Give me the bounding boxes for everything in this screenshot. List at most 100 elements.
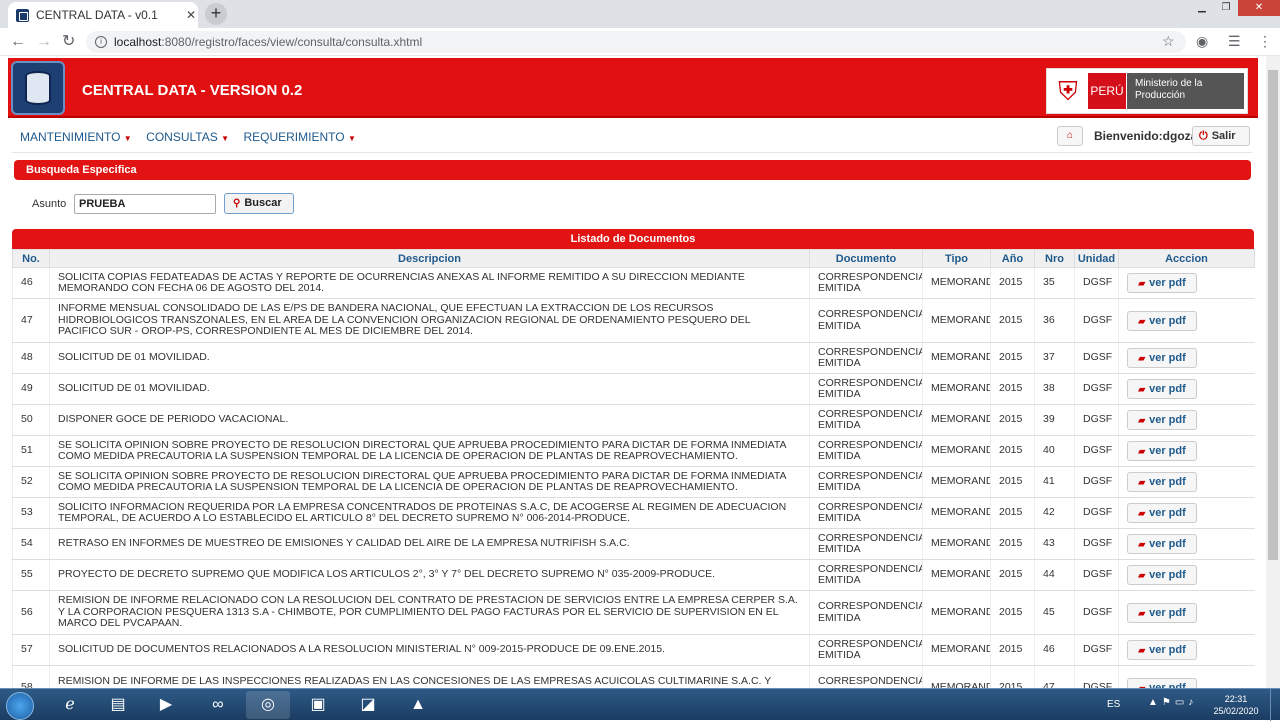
home-button[interactable]: ⌂ (1057, 126, 1083, 146)
col-descripcion[interactable]: Descripcion (49, 249, 810, 268)
close-window-icon[interactable]: ✕ (1238, 0, 1280, 16)
cell-anio: 2015 (990, 373, 1035, 405)
windows-taskbar: ℯ ▤ ▶ ∞ ◎ ▣ ◪ ▲ ES ▲⚑▭♪ 22:31 25/02/2020 (0, 688, 1280, 721)
ver-pdf-button[interactable]: ▰ ver pdf (1127, 410, 1197, 430)
divider (12, 152, 1252, 153)
ver-pdf-label: ver pdf (1149, 606, 1186, 619)
cell-nro: 38 (1034, 373, 1075, 405)
ver-pdf-button[interactable]: ▰ ver pdf (1127, 472, 1197, 492)
cell-nro: 39 (1034, 404, 1075, 436)
folder-open-icon: ▰ (1138, 353, 1146, 363)
file-explorer-icon[interactable]: ▤ (96, 691, 140, 719)
clock[interactable]: 22:31 25/02/2020 (1210, 693, 1262, 717)
menu-mantenimiento[interactable]: MANTENIMIENTO ▼ (20, 126, 132, 144)
asunto-input[interactable] (74, 194, 216, 214)
page-scrollbar[interactable] (1266, 56, 1280, 688)
sublime-icon[interactable]: ◪ (346, 691, 390, 719)
address-bar[interactable]: i localhost:8080/registro/faces/view/con… (86, 31, 1186, 53)
cell-unidad: DGSF (1074, 435, 1119, 467)
forward-icon[interactable]: → (36, 32, 52, 52)
extension-icon[interactable]: ◉ (1196, 33, 1208, 50)
ver-pdf-label: ver pdf (1149, 383, 1186, 395)
welcome-user: Bienvenido:dgozar (1094, 129, 1203, 143)
cell-descripcion: DISPONER GOCE DE PERIODO VACACIONAL. (49, 404, 810, 436)
ver-pdf-button[interactable]: ▰ ver pdf (1127, 310, 1197, 331)
folder-open-icon: ▰ (1138, 315, 1146, 326)
virtualbox-icon[interactable]: ▣ (296, 691, 340, 719)
table-row: 57 SOLICITUD DE DOCUMENTOS RELACIONADOS A… (12, 634, 1255, 666)
show-desktop-button[interactable] (1270, 689, 1280, 721)
table-row: 49 SOLICITUD DE 01 MOVILIDAD. CORRESPONDEN… (12, 373, 1255, 405)
vlc-icon[interactable]: ▲ (396, 691, 440, 719)
caret-down-icon: ▼ (347, 134, 356, 143)
cell-no: 49 (12, 373, 50, 405)
back-icon[interactable]: ← (10, 32, 26, 52)
tray-icons[interactable]: ▲⚑▭♪ (1148, 697, 1197, 708)
cell-no: 52 (12, 466, 50, 498)
cell-accion: ▰ ver pdf (1118, 590, 1255, 635)
ver-pdf-button[interactable]: ▰ ver pdf (1127, 677, 1197, 688)
col-nro[interactable]: Nro (1034, 249, 1075, 268)
menu-consultas[interactable]: CONSULTAS ▼ (146, 126, 229, 144)
browser-tab[interactable]: CENTRAL DATA - v0.1 ✕ (8, 2, 198, 28)
col-tipo[interactable]: Tipo (922, 249, 991, 268)
visual-studio-icon[interactable]: ∞ (196, 691, 240, 719)
col-unidad[interactable]: Unidad (1074, 249, 1119, 268)
app-title: CENTRAL DATA - VERSION 0.2 (82, 82, 303, 99)
ver-pdf-button[interactable]: ▰ ver pdf (1127, 441, 1197, 461)
cell-unidad: DGSF (1074, 497, 1119, 529)
cell-no: 48 (12, 342, 50, 374)
new-tab-button[interactable]: + (205, 3, 227, 25)
cell-descripcion: SOLICITA COPIAS FEDATEADAS DE ACTAS Y RE… (49, 267, 810, 299)
logout-button[interactable]: ⏻ Salir (1192, 126, 1250, 146)
ver-pdf-button[interactable]: ▰ ver pdf (1127, 379, 1197, 399)
reload-icon[interactable]: ↻ (62, 32, 75, 52)
menu-kebab-icon[interactable]: ⋮ (1258, 33, 1272, 50)
cell-unidad: DGSF (1074, 298, 1119, 343)
minimize-icon[interactable]: ▁ (1190, 0, 1214, 16)
search-button-label: Buscar (244, 197, 282, 209)
col-documento[interactable]: Documento (809, 249, 923, 268)
ver-pdf-button[interactable]: ▰ ver pdf (1127, 534, 1197, 554)
col-anio[interactable]: Año (990, 249, 1035, 268)
cell-nro: 42 (1034, 497, 1075, 529)
start-button[interactable] (6, 692, 34, 720)
ver-pdf-button[interactable]: ▰ ver pdf (1127, 273, 1197, 293)
search-button[interactable]: ⚲ Buscar (224, 193, 294, 214)
table-row: 50 DISPONER GOCE DE PERIODO VACACIONAL. CO… (12, 404, 1255, 436)
cell-tipo: MEMORANDO (922, 665, 991, 688)
cell-no: 55 (12, 559, 50, 591)
extension-list-icon[interactable]: ☰ (1228, 33, 1241, 50)
ver-pdf-button[interactable]: ▰ ver pdf (1127, 503, 1197, 523)
cell-accion: ▰ ver pdf (1118, 298, 1255, 343)
cell-unidad: DGSF (1074, 559, 1119, 591)
language-indicator[interactable]: ES (1107, 699, 1120, 710)
ver-pdf-label: ver pdf (1149, 352, 1186, 364)
chrome-icon[interactable]: ◎ (246, 691, 290, 719)
cell-descripcion: SE SOLICITA OPINION SOBRE PROYECTO DE RE… (49, 435, 810, 467)
ver-pdf-button[interactable]: ▰ ver pdf (1127, 565, 1197, 585)
ver-pdf-label: ver pdf (1149, 445, 1186, 457)
ver-pdf-button[interactable]: ▰ ver pdf (1127, 348, 1197, 368)
cell-anio: 2015 (990, 404, 1035, 436)
bookmark-star-icon[interactable]: ☆ (1162, 33, 1175, 50)
cell-accion: ▰ ver pdf (1118, 435, 1255, 467)
ver-pdf-button[interactable]: ▰ ver pdf (1127, 640, 1197, 660)
menu-label: REQUERIMIENTO (243, 130, 345, 144)
ie-icon[interactable]: ℯ (48, 691, 92, 719)
col-no[interactable]: No. (12, 249, 50, 268)
cell-tipo: MEMORANDO (922, 298, 991, 343)
menu-requerimiento[interactable]: REQUERIMIENTO ▼ (243, 126, 355, 144)
maximize-icon[interactable]: ❐ (1214, 0, 1238, 16)
close-tab-icon[interactable]: ✕ (186, 8, 196, 22)
cell-tipo: MEMORANDO (922, 267, 991, 299)
scrollbar-thumb[interactable] (1268, 70, 1278, 560)
cell-descripcion: INFORME MENSUAL CONSOLIDADO DE LAS E/PS … (49, 298, 810, 343)
cell-unidad: DGSF (1074, 466, 1119, 498)
cell-unidad: DGSF (1074, 590, 1119, 635)
info-icon[interactable]: i (95, 36, 107, 48)
media-player-icon[interactable]: ▶ (144, 691, 188, 719)
ver-pdf-button[interactable]: ▰ ver pdf (1127, 602, 1197, 623)
cell-no: 57 (12, 634, 50, 666)
folder-open-icon: ▰ (1138, 539, 1146, 549)
